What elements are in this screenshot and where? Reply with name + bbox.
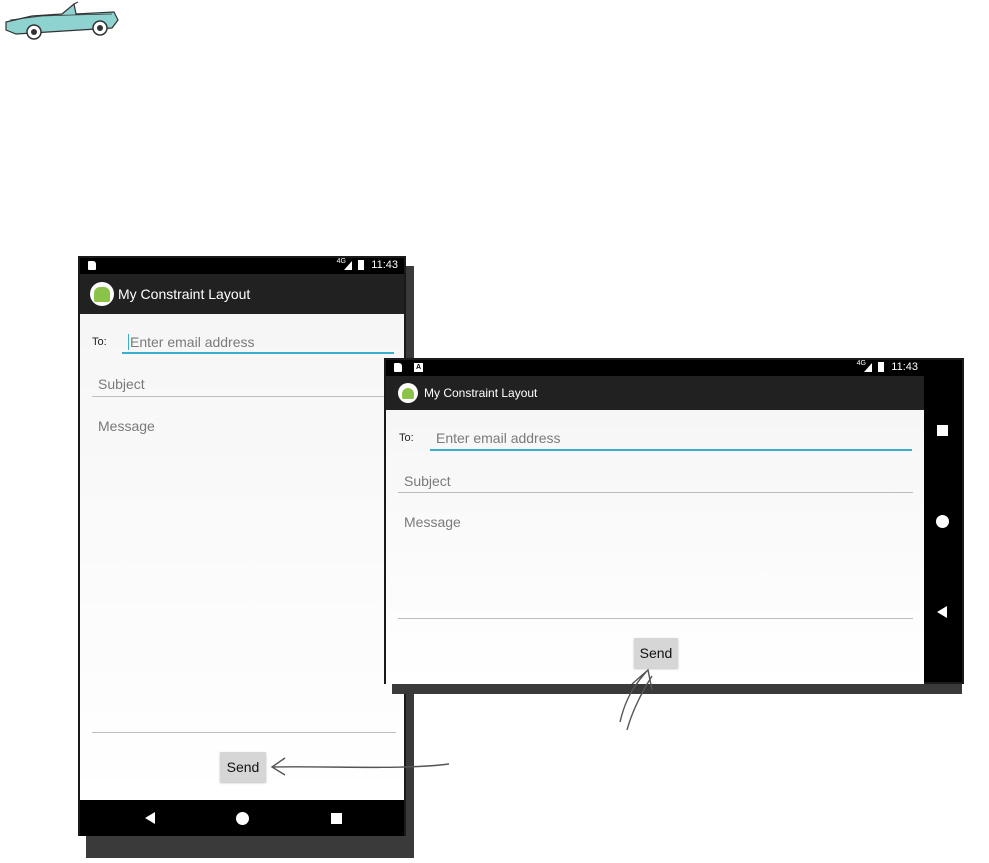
status-time: 11:43 xyxy=(371,259,398,271)
to-label: To: xyxy=(92,336,107,348)
email-field-underline xyxy=(122,352,394,354)
battery-icon xyxy=(878,362,884,372)
app-bar-landscape: My Constraint Layout xyxy=(386,376,924,410)
message-field[interactable]: Message xyxy=(98,418,394,718)
recents-square-icon[interactable] xyxy=(331,813,342,824)
status-bar-landscape: A 4G 11:43 xyxy=(386,360,924,376)
battery-icon xyxy=(358,260,364,270)
email-field[interactable]: Enter email address xyxy=(436,430,906,446)
home-circle-icon[interactable] xyxy=(936,515,949,528)
email-field[interactable]: Enter email address xyxy=(130,334,392,350)
subject-field-underline xyxy=(398,492,913,493)
android-logo-icon xyxy=(90,282,114,306)
send-button[interactable]: Send xyxy=(220,752,266,782)
email-field-underline xyxy=(430,449,912,451)
sd-card-icon xyxy=(394,363,402,372)
car-illustration-icon xyxy=(5,1,119,40)
app-title: My Constraint Layout xyxy=(424,386,538,400)
recents-square-icon[interactable] xyxy=(937,425,948,436)
text-cursor xyxy=(128,334,129,350)
home-circle-icon[interactable] xyxy=(236,812,249,825)
back-triangle-icon[interactable] xyxy=(937,606,947,618)
subject-field[interactable]: Subject xyxy=(98,376,394,392)
back-triangle-icon[interactable] xyxy=(145,812,155,824)
message-field[interactable]: Message xyxy=(404,514,912,614)
status-time: 11:43 xyxy=(891,361,918,373)
message-field-underline xyxy=(92,732,396,733)
form-content-landscape: To: Enter email address Subject Message … xyxy=(386,410,924,684)
navigation-bar xyxy=(80,800,404,836)
sd-card-icon xyxy=(88,261,96,270)
to-label: To: xyxy=(399,432,414,444)
signal-bars-icon xyxy=(864,363,872,372)
subject-field[interactable]: Subject xyxy=(404,473,912,489)
app-title: My Constraint Layout xyxy=(118,286,251,302)
form-content: To: Enter email address Subject Message … xyxy=(80,314,404,800)
signal-bars-icon xyxy=(344,261,352,270)
status-bar: 4G 11:43 xyxy=(80,258,404,274)
landscape-device: A 4G 11:43 My Constraint Layout To: Ente… xyxy=(384,358,964,684)
app-bar: My Constraint Layout xyxy=(80,274,404,314)
subject-field-underline xyxy=(92,396,396,397)
navigation-bar-landscape xyxy=(924,360,962,682)
message-field-underline xyxy=(398,618,913,619)
android-logo-icon xyxy=(398,383,418,403)
a-notification-icon: A xyxy=(414,363,423,372)
portrait-device: 4G 11:43 My Constraint Layout To: Enter … xyxy=(78,256,406,836)
send-button[interactable]: Send xyxy=(634,638,678,668)
